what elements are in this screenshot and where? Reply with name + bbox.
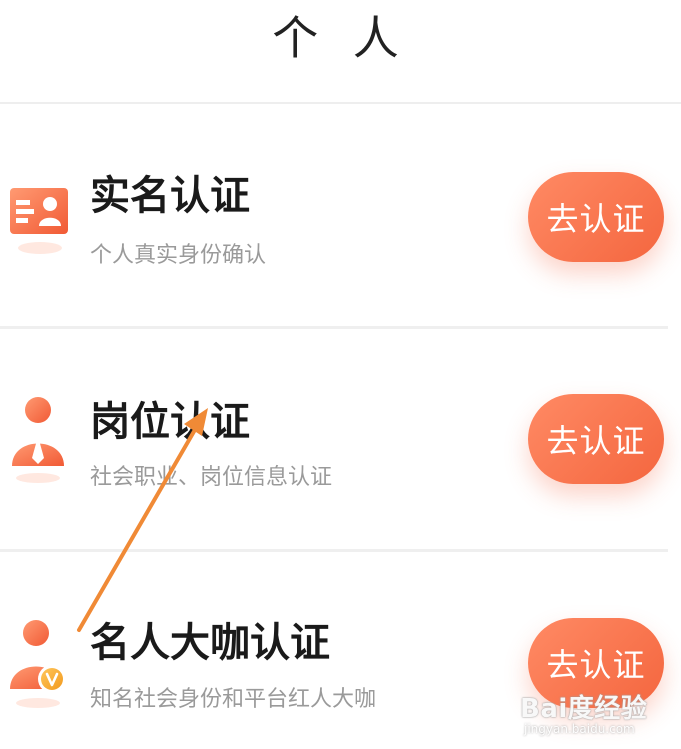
watermark-logo: Bai度经验 jingyan.baidu.com bbox=[520, 688, 678, 746]
item-title: 岗位认证 bbox=[90, 399, 250, 445]
item-subtitle: 个人真实身份确认 bbox=[90, 243, 267, 268]
item-subtitle: 知名社会身份和平台红人大咖 bbox=[90, 687, 377, 712]
header: 个 人 bbox=[0, 0, 681, 104]
watermark-text: Bai度经验 bbox=[520, 694, 648, 724]
page: 个 人 实名认证 个人真实身份确认 去认证 岗位认证 社会职业、岗位信息认证 去… bbox=[0, 0, 681, 749]
item-title: 实名认证 bbox=[90, 173, 250, 219]
employee-icon bbox=[8, 392, 72, 483]
page-title: 个 人 bbox=[272, 11, 409, 65]
verify-button-real-name[interactable]: 去认证 bbox=[528, 172, 664, 262]
vip-person-icon bbox=[8, 615, 72, 708]
item-subtitle: 社会职业、岗位信息认证 bbox=[90, 465, 333, 490]
id-card-icon bbox=[8, 178, 72, 268]
watermark-url: jingyan.baidu.com bbox=[524, 722, 635, 736]
verify-button-position[interactable]: 去认证 bbox=[528, 394, 664, 484]
item-title: 名人大咖认证 bbox=[90, 620, 330, 666]
